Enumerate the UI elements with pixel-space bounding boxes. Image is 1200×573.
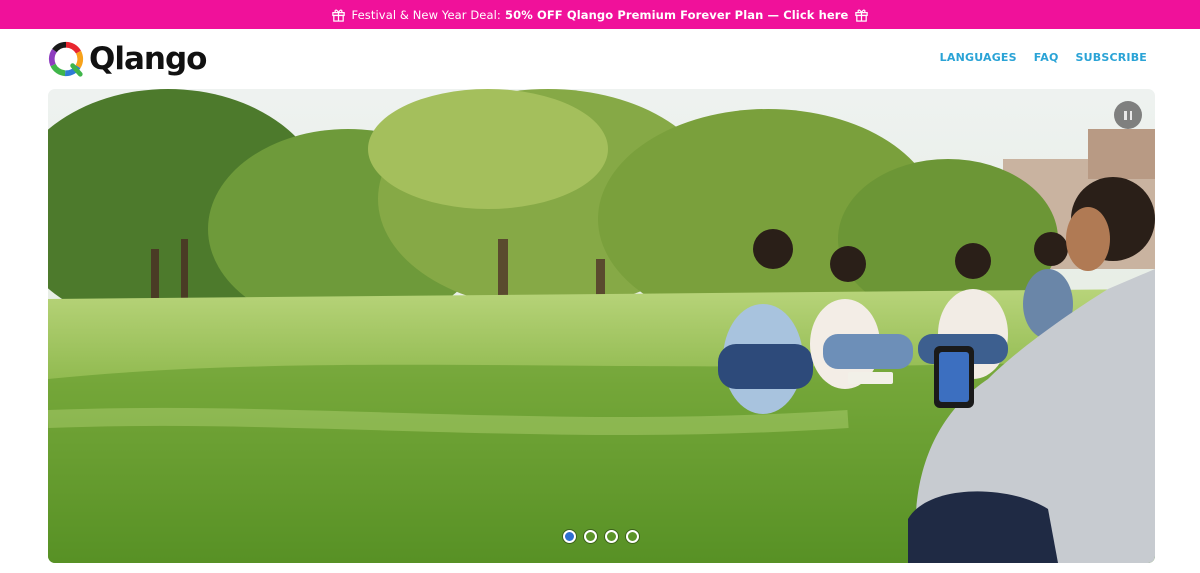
carousel-dot-1[interactable]	[563, 530, 576, 543]
pause-icon	[1124, 110, 1127, 120]
site-header: Qlango LANGUAGES FAQ SUBSCRIBE	[0, 29, 1200, 89]
pause-icon-bar	[1129, 110, 1132, 120]
logo-text: Qlango	[89, 41, 207, 77]
carousel-dot-3[interactable]	[605, 530, 618, 543]
nav-subscribe[interactable]: SUBSCRIBE	[1076, 51, 1148, 64]
promo-banner[interactable]: Festival & New Year Deal: 50% OFF Qlango…	[0, 0, 1200, 29]
carousel-dot-2[interactable]	[584, 530, 597, 543]
gift-icon	[331, 9, 345, 22]
nav-languages[interactable]: LANGUAGES	[940, 51, 1017, 64]
logo-link[interactable]: Qlango	[47, 39, 207, 79]
main-nav: LANGUAGES FAQ SUBSCRIBE	[940, 51, 1147, 64]
gift-icon	[855, 9, 869, 22]
hero-carousel[interactable]	[48, 89, 1155, 563]
hero-image	[48, 89, 1155, 563]
promo-text-lead: Festival & New Year Deal:	[351, 7, 501, 22]
promo-text-offer: 50% OFF Qlango Premium Forever Plan — Cl…	[505, 7, 849, 22]
carousel-dot-4[interactable]	[626, 530, 639, 543]
pause-button[interactable]	[1114, 101, 1142, 129]
carousel-pagination	[563, 530, 639, 543]
qlango-logo-icon	[48, 41, 84, 77]
nav-faq[interactable]: FAQ	[1034, 51, 1059, 64]
